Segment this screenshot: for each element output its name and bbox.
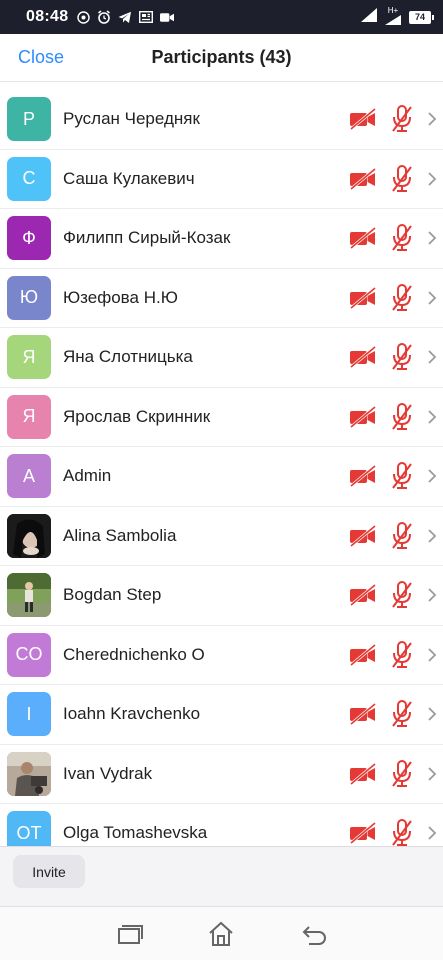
avatar: Я [7, 335, 51, 380]
participant-row[interactable]: OT Olga Tomashevska [0, 804, 443, 846]
mic-muted-icon [389, 223, 415, 253]
participant-row[interactable]: A Admin [0, 447, 443, 507]
avatar: Ю [7, 275, 51, 320]
invite-bar: Invite [0, 846, 443, 906]
avatar: I [7, 692, 51, 737]
chevron-right-icon [425, 823, 439, 843]
video-off-icon [349, 107, 377, 131]
video-off-icon [349, 286, 377, 310]
avatar: OT [7, 811, 51, 846]
participant-name: Alina Sambolia [63, 525, 177, 545]
participant-row[interactable]: Р Руслан Чередняк [0, 90, 443, 150]
location-icon [76, 10, 90, 24]
chevron-right-icon [425, 466, 439, 486]
participant-row[interactable]: Я Яна Слотницька [0, 328, 443, 388]
participant-name: Ivan Vydrak [63, 763, 153, 783]
participant-name: Яна Слотницька [63, 347, 193, 367]
chevron-right-icon [425, 288, 439, 308]
avatar [7, 573, 51, 618]
avatar: С [7, 156, 51, 201]
participant-name: Ioahn Kravchenko [63, 704, 201, 724]
participant-row[interactable]: Ivan Vydrak [0, 745, 443, 804]
video-off-icon [349, 643, 377, 667]
video-off-icon [349, 524, 377, 548]
participant-name: Olga Tomashevska [63, 823, 208, 843]
participant-row[interactable]: Alina Sambolia [0, 507, 443, 566]
mic-muted-icon [389, 164, 415, 194]
status-bar: 08:48 H+ 74 [0, 0, 443, 34]
participant-name: Филипп Сирый-Козак [63, 228, 231, 248]
alarm-icon [97, 10, 111, 24]
network-type: H+ [385, 7, 401, 27]
avatar: Р [7, 97, 51, 142]
avatar: Ф [7, 216, 51, 261]
video-off-icon [349, 226, 377, 250]
participant-row[interactable]: CO Cherednichenko O [0, 626, 443, 685]
recent-apps-icon[interactable] [114, 919, 144, 949]
participant-row[interactable]: С Саша Кулакевич [0, 150, 443, 209]
mic-muted-icon [389, 283, 415, 313]
telegram-icon [118, 10, 132, 24]
video-off-icon [349, 702, 377, 726]
participant-name: Bogdan Step [63, 585, 162, 605]
video-off-icon [349, 167, 377, 191]
avatar: Я [7, 394, 51, 439]
avatar: A [7, 454, 51, 499]
video-off-icon [349, 464, 377, 488]
home-icon[interactable] [206, 919, 236, 949]
video-off-icon [349, 583, 377, 607]
video-off-icon [349, 762, 377, 786]
mic-muted-icon [389, 818, 415, 846]
mic-muted-icon [389, 699, 415, 729]
chevron-right-icon [425, 228, 439, 248]
news-icon [139, 10, 154, 24]
chevron-right-icon [425, 704, 439, 724]
chevron-right-icon [425, 347, 439, 367]
avatar [7, 751, 51, 796]
video-off-icon [349, 405, 377, 429]
participant-name: Ярослав Скринник [63, 406, 211, 426]
participant-row[interactable]: Ф Филипп Сирый-Козак [0, 209, 443, 269]
participant-row[interactable]: I Ioahn Kravchenko [0, 685, 443, 745]
chevron-right-icon [425, 764, 439, 784]
mic-muted-icon [389, 402, 415, 432]
status-notification-icons [76, 10, 175, 24]
video-icon [160, 10, 175, 24]
video-off-icon [349, 821, 377, 845]
participant-name: Юзефова Н.Ю [63, 287, 178, 307]
avatar: CO [7, 632, 51, 677]
battery-indicator: 74 [409, 10, 434, 24]
invite-button[interactable]: Invite [13, 855, 85, 888]
participant-name: Admin [63, 466, 112, 486]
participant-name: Руслан Чередняк [63, 109, 200, 129]
avatar [7, 513, 51, 558]
participant-row[interactable]: Я Ярослав Скринник [0, 388, 443, 447]
system-nav-bar [0, 906, 443, 960]
mic-muted-icon [389, 580, 415, 610]
participant-name: Саша Кулакевич [63, 168, 195, 188]
mic-muted-icon [389, 461, 415, 491]
mic-muted-icon [389, 342, 415, 372]
status-right-icons: H+ 74 [361, 7, 434, 27]
participant-name: Cherednichenko O [63, 644, 205, 664]
mic-muted-icon [389, 104, 415, 134]
chevron-right-icon [425, 407, 439, 427]
participant-row[interactable]: Ю Юзефова Н.Ю [0, 269, 443, 328]
status-time: 08:48 [26, 8, 69, 25]
page-title: Participants (43) [151, 47, 292, 67]
chevron-right-icon [425, 585, 439, 605]
mic-muted-icon [389, 521, 415, 551]
participant-list[interactable]: Р Руслан Чередняк С Саша Кулакевич Ф Филипп С… [0, 90, 443, 846]
chevron-right-icon [425, 526, 439, 546]
participants-header: Close Participants (43) [0, 34, 443, 82]
chevron-right-icon [425, 169, 439, 189]
chevron-right-icon [425, 645, 439, 665]
mic-muted-icon [389, 640, 415, 670]
signal-icon [361, 7, 377, 27]
participant-row[interactable]: Bogdan Step [0, 566, 443, 626]
back-icon[interactable] [298, 919, 328, 949]
video-off-icon [349, 345, 377, 369]
mic-muted-icon [389, 759, 415, 789]
chevron-right-icon [425, 109, 439, 129]
